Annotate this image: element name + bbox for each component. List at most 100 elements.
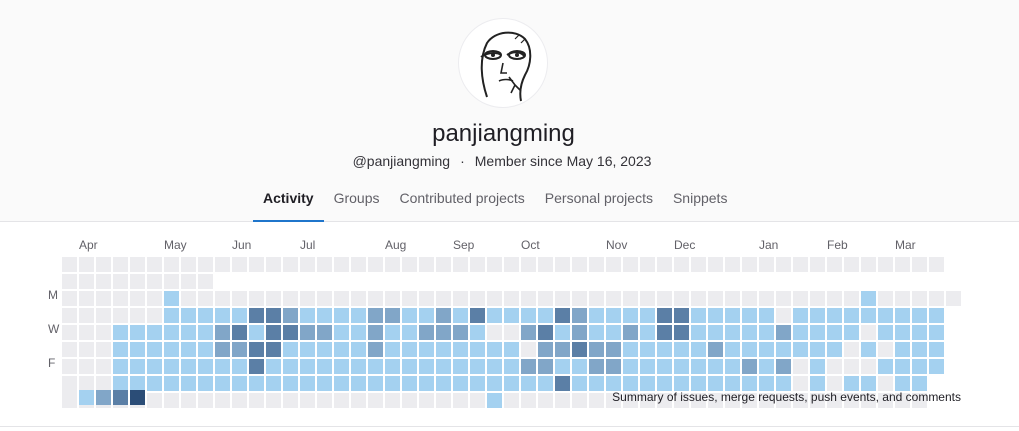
day-cell[interactable] <box>62 342 77 357</box>
day-cell[interactable] <box>844 257 859 272</box>
day-cell[interactable] <box>351 376 366 391</box>
day-cell[interactable] <box>79 291 94 306</box>
day-cell[interactable] <box>385 325 400 340</box>
day-cell[interactable] <box>623 376 638 391</box>
day-cell[interactable] <box>436 393 451 408</box>
day-cell[interactable] <box>96 325 111 340</box>
day-cell[interactable] <box>198 308 213 323</box>
day-cell[interactable] <box>623 291 638 306</box>
day-cell[interactable] <box>708 342 723 357</box>
day-cell[interactable] <box>351 291 366 306</box>
day-cell[interactable] <box>521 291 536 306</box>
day-cell[interactable] <box>487 308 502 323</box>
day-cell[interactable] <box>674 325 689 340</box>
day-cell[interactable] <box>453 342 468 357</box>
day-cell[interactable] <box>232 257 247 272</box>
day-cell[interactable] <box>589 342 604 357</box>
day-cell[interactable] <box>317 359 332 374</box>
day-cell[interactable] <box>351 359 366 374</box>
day-cell[interactable] <box>419 393 434 408</box>
day-cell[interactable] <box>657 376 672 391</box>
day-cell[interactable] <box>453 291 468 306</box>
day-cell[interactable] <box>334 291 349 306</box>
day-cell[interactable] <box>725 376 740 391</box>
day-cell[interactable] <box>436 325 451 340</box>
day-cell[interactable] <box>742 308 757 323</box>
day-cell[interactable] <box>640 257 655 272</box>
day-cell[interactable] <box>640 342 655 357</box>
day-cell[interactable] <box>79 257 94 272</box>
day-cell[interactable] <box>776 291 791 306</box>
day-cell[interactable] <box>249 308 264 323</box>
day-cell[interactable] <box>810 308 825 323</box>
day-cell[interactable] <box>215 291 230 306</box>
day-cell[interactable] <box>215 342 230 357</box>
day-cell[interactable] <box>436 291 451 306</box>
day-cell[interactable] <box>572 308 587 323</box>
day-cell[interactable] <box>572 257 587 272</box>
day-cell[interactable] <box>674 342 689 357</box>
day-cell[interactable] <box>589 325 604 340</box>
day-cell[interactable] <box>198 342 213 357</box>
day-cell[interactable] <box>334 376 349 391</box>
day-cell[interactable] <box>708 257 723 272</box>
day-cell[interactable] <box>283 308 298 323</box>
day-cell[interactable] <box>351 342 366 357</box>
day-cell[interactable] <box>929 291 944 306</box>
day-cell[interactable] <box>113 291 128 306</box>
day-cell[interactable] <box>198 257 213 272</box>
day-cell[interactable] <box>861 359 876 374</box>
day-cell[interactable] <box>402 291 417 306</box>
day-cell[interactable] <box>504 257 519 272</box>
day-cell[interactable] <box>759 376 774 391</box>
day-cell[interactable] <box>283 376 298 391</box>
day-cell[interactable] <box>895 257 910 272</box>
day-cell[interactable] <box>521 393 536 408</box>
day-cell[interactable] <box>657 257 672 272</box>
day-cell[interactable] <box>827 342 842 357</box>
day-cell[interactable] <box>368 308 383 323</box>
day-cell[interactable] <box>504 393 519 408</box>
day-cell[interactable] <box>266 376 281 391</box>
day-cell[interactable] <box>351 393 366 408</box>
day-cell[interactable] <box>623 325 638 340</box>
day-cell[interactable] <box>929 257 944 272</box>
day-cell[interactable] <box>79 325 94 340</box>
day-cell[interactable] <box>385 342 400 357</box>
day-cell[interactable] <box>895 291 910 306</box>
day-cell[interactable] <box>300 376 315 391</box>
day-cell[interactable] <box>912 291 927 306</box>
day-cell[interactable] <box>334 359 349 374</box>
day-cell[interactable] <box>419 342 434 357</box>
day-cell[interactable] <box>283 359 298 374</box>
day-cell[interactable] <box>487 291 502 306</box>
day-cell[interactable] <box>385 359 400 374</box>
day-cell[interactable] <box>708 359 723 374</box>
day-cell[interactable] <box>113 274 128 289</box>
day-cell[interactable] <box>487 325 502 340</box>
day-cell[interactable] <box>878 359 893 374</box>
day-cell[interactable] <box>725 325 740 340</box>
day-cell[interactable] <box>215 359 230 374</box>
day-cell[interactable] <box>385 393 400 408</box>
day-cell[interactable] <box>691 325 706 340</box>
day-cell[interactable] <box>776 325 791 340</box>
day-cell[interactable] <box>385 308 400 323</box>
day-cell[interactable] <box>572 359 587 374</box>
day-cell[interactable] <box>249 359 264 374</box>
day-cell[interactable] <box>691 342 706 357</box>
day-cell[interactable] <box>470 359 485 374</box>
day-cell[interactable] <box>130 308 145 323</box>
day-cell[interactable] <box>827 308 842 323</box>
day-cell[interactable] <box>164 274 179 289</box>
day-cell[interactable] <box>623 257 638 272</box>
day-cell[interactable] <box>521 376 536 391</box>
day-cell[interactable] <box>113 359 128 374</box>
day-cell[interactable] <box>62 359 77 374</box>
day-cell[interactable] <box>334 342 349 357</box>
day-cell[interactable] <box>317 376 332 391</box>
day-cell[interactable] <box>589 393 604 408</box>
day-cell[interactable] <box>300 257 315 272</box>
day-cell[interactable] <box>470 291 485 306</box>
day-cell[interactable] <box>742 325 757 340</box>
